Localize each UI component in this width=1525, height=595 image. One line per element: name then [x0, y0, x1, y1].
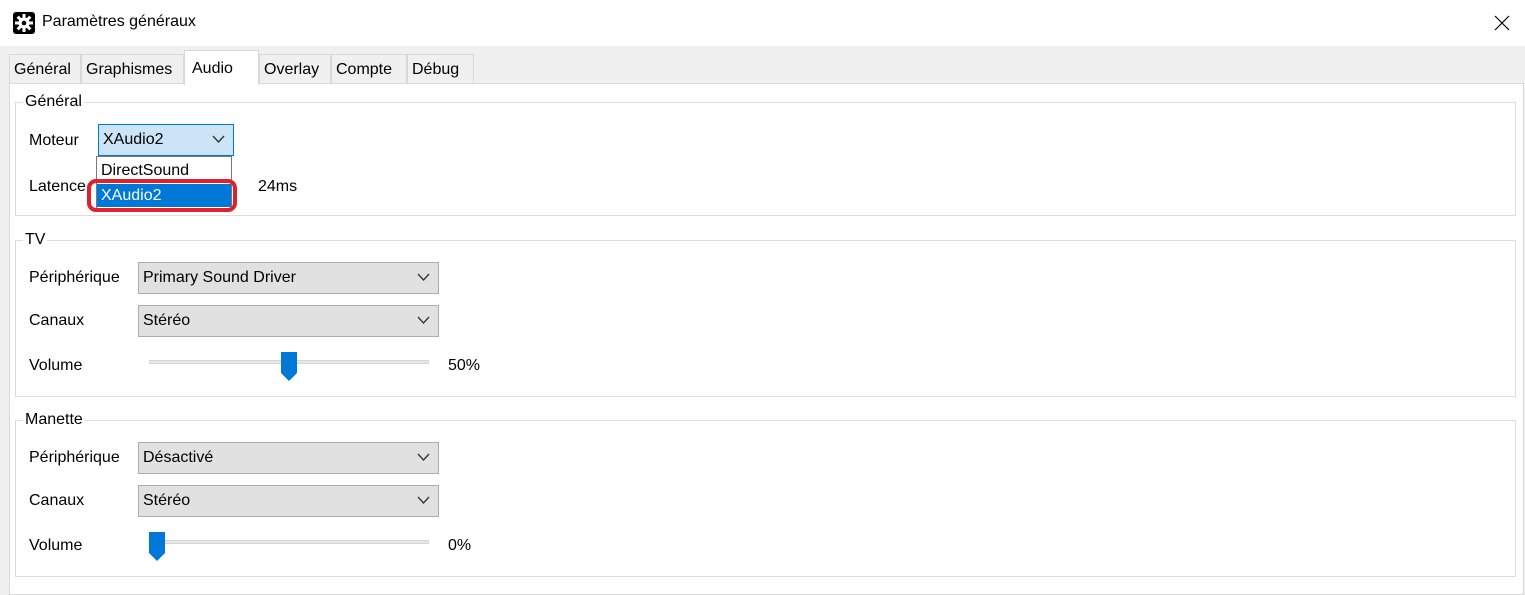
tab-general[interactable]: Général [9, 54, 81, 84]
close-icon [1494, 15, 1510, 31]
tab-account[interactable]: Compte [331, 54, 407, 84]
tv-volume-slider[interactable] [149, 352, 429, 381]
tv-channels-combo[interactable]: Stéréo [138, 305, 439, 337]
tv-channels-value: Stéréo [143, 312, 191, 329]
engine-label: Moteur [29, 132, 79, 149]
controller-device-value: Désactivé [143, 449, 214, 466]
controller-volume-track [149, 540, 429, 544]
chevron-down-icon [417, 496, 430, 504]
title-bar: Paramètres généraux [0, 0, 1525, 46]
audio-panel: Général Moteur XAudio2 Latence 24ms TV P… [9, 83, 1524, 595]
tv-channels-label: Canaux [29, 312, 85, 329]
tv-device-combo[interactable]: Primary Sound Driver [138, 262, 439, 294]
chevron-down-icon [212, 135, 225, 143]
engine-dropdown-list: DirectSound XAudio2 [96, 156, 232, 210]
tv-volume-label: Volume [29, 357, 83, 374]
gear-icon [13, 12, 35, 34]
controller-volume-value: 0% [448, 537, 472, 554]
controller-group-label: Manette [23, 411, 85, 429]
controller-channels-label: Canaux [29, 492, 85, 509]
engine-option-directsound[interactable]: DirectSound [97, 159, 231, 182]
engine-option-xaudio2[interactable]: XAudio2 [97, 184, 231, 207]
controller-channels-combo[interactable]: Stéréo [138, 485, 439, 517]
latency-label: Latence [29, 178, 86, 195]
controller-device-combo[interactable]: Désactivé [138, 442, 439, 474]
window-title: Paramètres généraux [42, 13, 196, 30]
engine-combo-value: XAudio2 [103, 131, 164, 148]
general-group: Général Moteur XAudio2 Latence 24ms [15, 93, 1516, 216]
settings-window: Paramètres généraux Général Graphismes A… [0, 0, 1525, 595]
tab-overlay[interactable]: Overlay [259, 54, 331, 84]
controller-volume-label: Volume [29, 537, 83, 554]
tv-volume-value: 50% [448, 357, 481, 374]
controller-volume-thumb[interactable] [149, 532, 165, 562]
tv-device-value: Primary Sound Driver [143, 269, 296, 286]
controller-device-label: Périphérique [29, 449, 120, 466]
tab-audio[interactable]: Audio [184, 50, 259, 85]
tv-group-label: TV [23, 231, 48, 249]
tv-volume-thumb[interactable] [281, 352, 297, 382]
client-area: Général Graphismes Audio Overlay Compte … [0, 46, 1525, 595]
tab-graphics[interactable]: Graphismes [81, 54, 184, 84]
chevron-down-icon [417, 273, 430, 281]
general-group-label: Général [23, 93, 84, 111]
close-button[interactable] [1482, 6, 1522, 40]
chevron-down-icon [417, 453, 430, 461]
controller-group: Manette Périphérique Désactivé Canaux St… [15, 411, 1516, 577]
chevron-down-icon [417, 316, 430, 324]
engine-combo[interactable]: XAudio2 [98, 124, 234, 156]
tv-device-label: Périphérique [29, 269, 120, 286]
controller-volume-slider[interactable] [149, 532, 429, 561]
tab-debug[interactable]: Débug [407, 54, 474, 84]
controller-channels-value: Stéréo [143, 492, 191, 509]
latency-value: 24ms [258, 178, 298, 195]
tv-group: TV Périphérique Primary Sound Driver Can… [15, 231, 1516, 397]
